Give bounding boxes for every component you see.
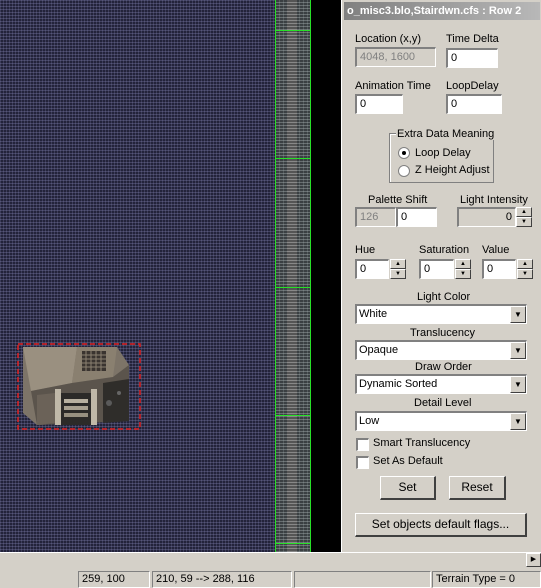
z-height-radio-label[interactable]: Z Height Adjust xyxy=(415,164,490,176)
palette-shift-base-field: 126 xyxy=(355,207,396,227)
location-label: Location (x,y) xyxy=(355,33,422,45)
draw-order-select[interactable]: Dynamic Sorted ▼ xyxy=(355,374,527,394)
default-flags-button[interactable]: Set objects default flags... xyxy=(355,513,527,537)
translucency-label: Translucency xyxy=(410,327,476,339)
location-field: 4048, 1600 xyxy=(355,47,436,67)
translucency-select[interactable]: Opaque ▼ xyxy=(355,340,527,360)
guide-line-h3 xyxy=(275,287,311,288)
draw-order-label: Draw Order xyxy=(415,361,472,373)
saturation-input[interactable]: 0 xyxy=(419,259,454,279)
guide-line-h4 xyxy=(275,415,311,416)
horizontal-scrollbar[interactable]: ▶ xyxy=(0,552,541,567)
animation-time-input[interactable]: 0 xyxy=(355,94,403,114)
panel-title: o_misc3.blo,Stairdwn.cfs : Row 2 xyxy=(344,2,540,20)
arrow-down-icon[interactable]: ▼ xyxy=(516,217,532,227)
translucency-value: Opaque xyxy=(359,344,399,356)
value-spinner[interactable]: ▲ ▼ xyxy=(517,259,533,279)
hue-label: Hue xyxy=(355,244,376,256)
z-height-radio[interactable] xyxy=(398,165,410,177)
loop-delay-radio-label[interactable]: Loop Delay xyxy=(415,147,471,159)
loop-delay-label: LoopDelay xyxy=(446,80,499,92)
smart-translucency-label[interactable]: Smart Translucency xyxy=(373,437,470,449)
set-as-default-label[interactable]: Set As Default xyxy=(373,455,443,467)
arrow-up-icon[interactable]: ▲ xyxy=(517,259,533,269)
set-as-default-checkbox[interactable] xyxy=(356,456,369,469)
arrow-up-icon[interactable]: ▲ xyxy=(455,259,471,269)
stair-object-sprite[interactable] xyxy=(17,343,141,430)
chevron-down-icon[interactable]: ▼ xyxy=(510,376,526,393)
value-label: Value xyxy=(482,244,510,256)
light-intensity-label: Light Intensity xyxy=(460,194,528,206)
palette-shift-label: Palette Shift xyxy=(368,194,428,206)
animation-time-label: Animation Time xyxy=(355,80,431,92)
reset-button[interactable]: Reset xyxy=(449,476,506,500)
terrain-type: Terrain Type = 0 xyxy=(432,571,541,588)
arrow-down-icon[interactable]: ▼ xyxy=(390,269,406,279)
status-empty-cell xyxy=(294,571,431,588)
chevron-down-icon[interactable]: ▼ xyxy=(510,413,526,430)
selection-range: 210, 59 --> 288, 116 xyxy=(152,571,292,588)
light-intensity-input[interactable]: 0 xyxy=(457,207,516,227)
arrow-down-icon[interactable]: ▼ xyxy=(517,269,533,279)
guide-line-left xyxy=(275,0,276,552)
detail-level-value: Low xyxy=(359,415,380,427)
wall-tile-center xyxy=(287,0,297,552)
guide-line-h2 xyxy=(275,158,311,159)
loop-delay-radio[interactable] xyxy=(398,147,410,159)
draw-order-value: Dynamic Sorted xyxy=(359,378,438,390)
extra-data-label: Extra Data Meaning xyxy=(396,128,496,140)
detail-level-select[interactable]: Low ▼ xyxy=(355,411,527,431)
floor-grid xyxy=(0,0,275,556)
hue-input[interactable]: 0 xyxy=(355,259,389,279)
smart-translucency-checkbox[interactable] xyxy=(356,438,369,451)
arrow-right-icon[interactable]: ▶ xyxy=(526,553,541,567)
status-bar: 259, 100 210, 59 --> 288, 116 Terrain Ty… xyxy=(0,567,541,588)
light-color-label: Light Color xyxy=(417,291,471,303)
chevron-down-icon[interactable]: ▼ xyxy=(510,306,526,323)
saturation-spinner[interactable]: ▲ ▼ xyxy=(455,259,471,279)
light-color-value: White xyxy=(359,308,388,320)
cursor-coords: 259, 100 xyxy=(78,571,150,588)
light-intensity-spinner[interactable]: ▲ ▼ xyxy=(516,207,532,227)
arrow-up-icon[interactable]: ▲ xyxy=(390,259,406,269)
light-color-select[interactable]: White ▼ xyxy=(355,304,527,324)
chevron-down-icon[interactable]: ▼ xyxy=(510,342,526,359)
time-delta-input[interactable]: 0 xyxy=(446,48,498,68)
arrow-up-icon[interactable]: ▲ xyxy=(516,207,532,217)
hue-spinner[interactable]: ▲ ▼ xyxy=(390,259,406,279)
loop-delay-input[interactable]: 0 xyxy=(446,94,502,114)
arrow-down-icon[interactable]: ▼ xyxy=(455,269,471,279)
map-canvas[interactable] xyxy=(0,0,341,556)
palette-shift-input[interactable]: 0 xyxy=(396,207,437,227)
detail-level-label: Detail Level xyxy=(414,397,472,409)
time-delta-label: Time Delta xyxy=(446,33,499,45)
guide-line-right xyxy=(310,0,311,552)
saturation-label: Saturation xyxy=(419,244,470,256)
set-button[interactable]: Set xyxy=(380,476,436,500)
guide-line-h5 xyxy=(275,543,311,544)
guide-line-h1 xyxy=(275,30,311,31)
value-input[interactable]: 0 xyxy=(482,259,516,279)
